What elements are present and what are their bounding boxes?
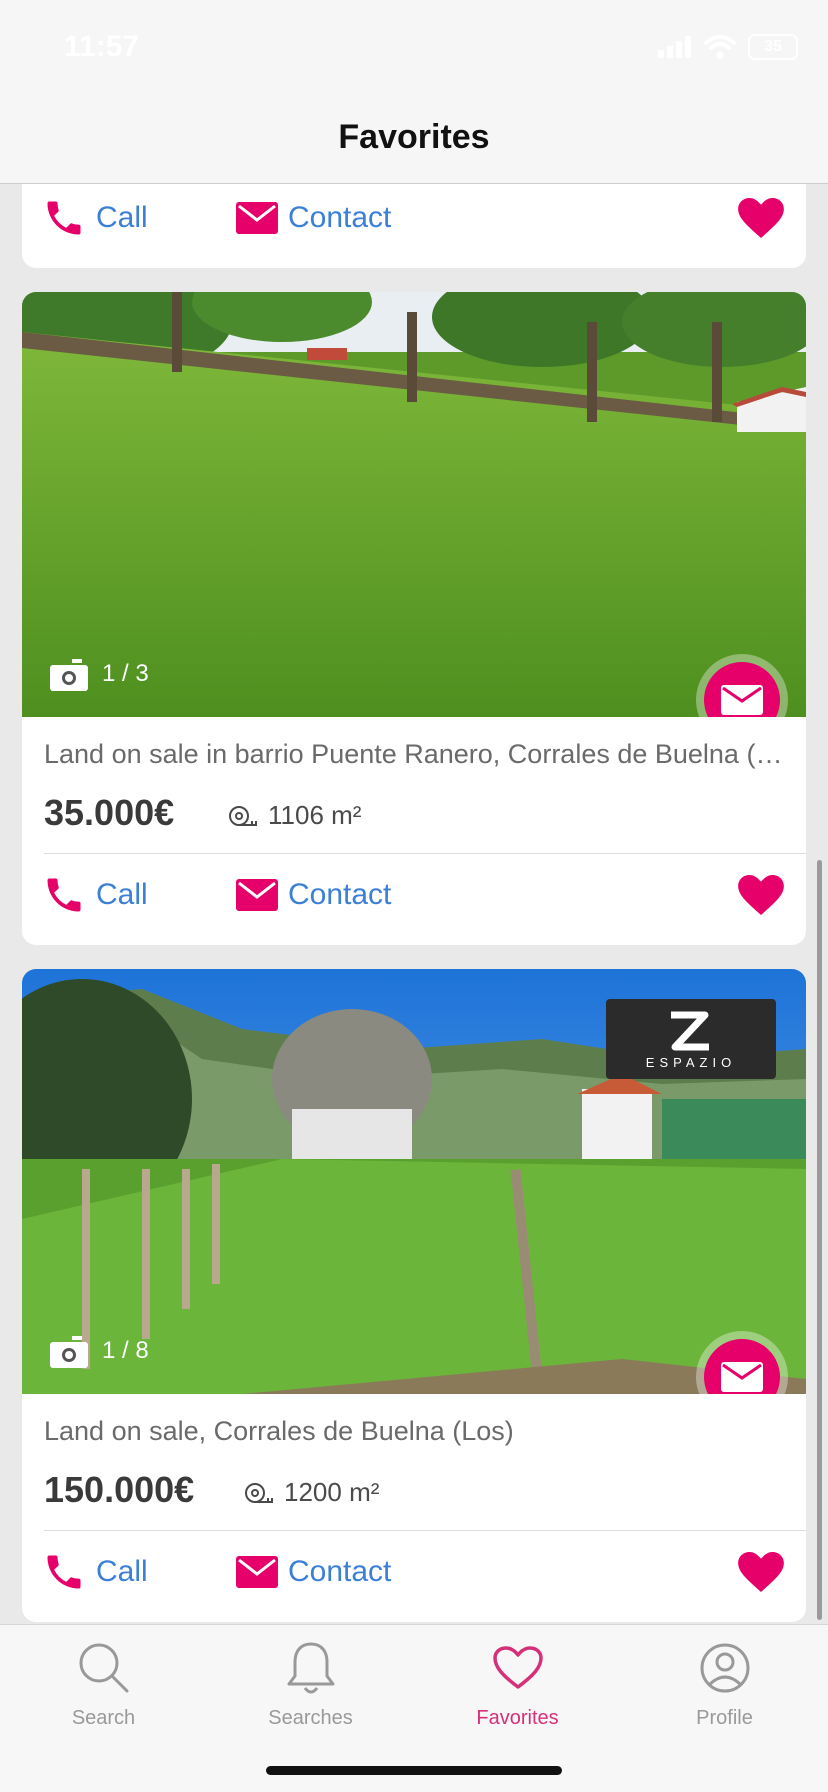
contact-label: Contact <box>288 878 392 911</box>
listing-title[interactable]: Land on sale in barrio Puente Ranero, Co… <box>44 739 789 770</box>
tab-label: Favorites <box>476 1707 559 1729</box>
phone-icon <box>47 878 81 912</box>
status-time: 11:57 <box>64 30 140 63</box>
tab-search[interactable]: Search <box>0 1639 207 1730</box>
tab-label: Profile <box>696 1707 753 1729</box>
listing-price: 35.000€ <box>44 792 175 833</box>
agency-logo-mark <box>671 1011 709 1050</box>
camera-icon <box>50 659 88 691</box>
listing-photo[interactable]: 1 / 3 <box>22 292 806 717</box>
listing-price: 150.000€ <box>44 1469 195 1510</box>
listing-title[interactable]: Land on sale, Corrales de Buelna (Los) <box>44 1416 789 1447</box>
phone-icon <box>47 201 81 235</box>
envelope-icon <box>721 1362 763 1392</box>
signal-icon <box>658 36 691 58</box>
photo-counter-text: 1 / 3 <box>102 660 149 687</box>
scrollbar[interactable] <box>817 860 822 1620</box>
listing-photo[interactable]: ESPAZIO 1 / 8 <box>22 969 806 1394</box>
card-actions: Call Contact <box>22 1542 806 1602</box>
favorites-screen: 11:57 35 Favorites Call Contact 1 / 3 La… <box>0 0 828 1792</box>
call-button[interactable]: Call <box>42 865 148 925</box>
envelope-icon <box>236 202 278 234</box>
envelope-icon <box>236 879 278 911</box>
wifi-icon <box>704 35 736 59</box>
divider <box>44 1530 806 1531</box>
page-title: Favorites <box>338 118 490 156</box>
navigation-header: 11:57 35 Favorites <box>0 0 828 184</box>
favorite-card[interactable]: 1 / 3 Land on sale in barrio Puente Rane… <box>22 292 806 945</box>
tape-measure-icon <box>229 805 257 826</box>
favorite-heart-icon[interactable] <box>738 198 784 238</box>
photo-counter-text: 1 / 8 <box>102 1337 149 1364</box>
tab-profile[interactable]: Profile <box>621 1639 828 1730</box>
envelope-icon <box>721 685 763 715</box>
area-value: 1106 m² <box>268 800 362 830</box>
listing-area: 1106 m² <box>228 800 361 831</box>
call-label: Call <box>96 1555 148 1588</box>
tab-searches[interactable]: Searches <box>207 1639 414 1730</box>
contact-label: Contact <box>288 201 392 234</box>
contact-button[interactable]: Contact <box>236 865 391 925</box>
card-actions: Call Contact <box>22 188 806 248</box>
photo-counter: 1 / 8 <box>50 1336 149 1368</box>
divider <box>44 853 806 854</box>
contact-button[interactable]: Contact <box>236 188 391 248</box>
call-button[interactable]: Call <box>42 1542 148 1602</box>
envelope-icon <box>236 1556 278 1588</box>
profile-icon <box>700 1643 749 1693</box>
search-icon <box>79 1643 128 1693</box>
tab-favorites[interactable]: Favorites <box>414 1639 621 1730</box>
listing-area: 1200 m² <box>244 1477 379 1508</box>
tab-label: Search <box>71 1707 136 1729</box>
contact-label: Contact <box>288 1555 392 1588</box>
agency-logo: ESPAZIO <box>606 999 776 1079</box>
bell-icon <box>287 1642 334 1694</box>
card-actions: Call Contact <box>22 865 806 925</box>
meadow-image <box>22 292 806 717</box>
tape-measure-icon <box>245 1482 273 1503</box>
home-indicator[interactable] <box>266 1766 562 1775</box>
phone-icon <box>47 1555 81 1589</box>
contact-button[interactable]: Contact <box>236 1542 391 1602</box>
photo-counter: 1 / 3 <box>50 659 149 691</box>
call-label: Call <box>96 878 148 911</box>
favorite-card[interactable]: ESPAZIO 1 / 8 Land on sale, Corrales de … <box>22 969 806 1622</box>
favorite-heart-icon[interactable] <box>738 875 784 915</box>
camera-icon <box>50 1336 88 1368</box>
agency-logo-text: ESPAZIO <box>645 1054 737 1070</box>
area-value: 1200 m² <box>284 1477 380 1507</box>
call-button[interactable]: Call <box>42 188 148 248</box>
tab-label: Searches <box>268 1707 353 1729</box>
favorite-heart-icon[interactable] <box>738 1552 784 1592</box>
heart-icon <box>492 1646 543 1689</box>
battery-indicator: 35 <box>748 34 798 60</box>
status-indicators: 35 <box>658 34 798 60</box>
call-label: Call <box>96 201 148 234</box>
